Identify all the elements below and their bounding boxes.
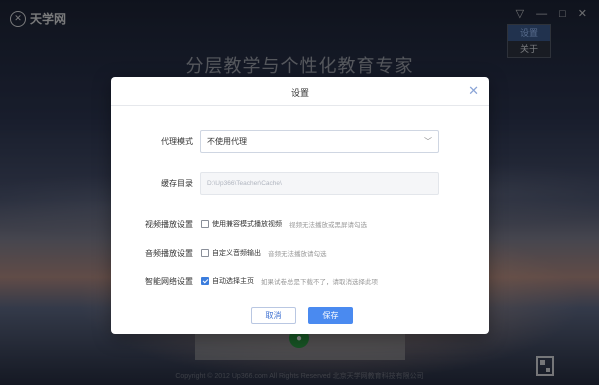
cache-row: 缓存目录 D:\Up366\Teacher\Cache\ xyxy=(111,172,489,195)
dialog-close-icon[interactable]: ✕ xyxy=(468,83,479,99)
dialog-header: 设置 ✕ xyxy=(111,77,489,106)
chevron-down-icon: ﹀ xyxy=(424,137,432,146)
network-auto-label[interactable]: 自动选择主页 xyxy=(212,276,254,286)
cache-dir-input[interactable]: D:\Up366\Teacher\Cache\ xyxy=(200,172,439,195)
audio-custom-label[interactable]: 自定义音频输出 xyxy=(212,248,261,258)
video-compat-label[interactable]: 使用兼容模式播放视频 xyxy=(212,219,282,229)
network-hint: 如果试卷总是下载不了，请取消选择此项 xyxy=(261,279,378,286)
audio-hint: 音频无法播放请勾选 xyxy=(268,251,327,258)
video-label: 视频播放设置 xyxy=(145,219,193,229)
proxy-mode-select[interactable]: 不使用代理 ﹀ xyxy=(200,130,439,153)
audio-custom-option: 自定义音频输出 音频无法播放请勾选 xyxy=(201,248,327,258)
video-compat-checkbox[interactable] xyxy=(201,220,209,228)
proxy-row: 代理模式 不使用代理 ﹀ xyxy=(111,130,489,153)
settings-dialog: 设置 ✕ 代理模式 不使用代理 ﹀ 缓存目录 D:\Up366\Teacher\… xyxy=(111,77,489,334)
proxy-mode-value: 不使用代理 xyxy=(207,137,247,146)
audio-custom-checkbox[interactable] xyxy=(201,249,209,257)
audio-label: 音频播放设置 xyxy=(145,248,193,258)
network-auto-checkbox[interactable] xyxy=(201,277,209,285)
network-label: 智能网络设置 xyxy=(145,276,193,286)
video-hint: 视频无法播放或黑屏请勾选 xyxy=(289,222,367,229)
proxy-label: 代理模式 xyxy=(161,137,193,146)
save-button[interactable]: 保存 xyxy=(308,307,353,324)
network-auto-option: 自动选择主页 如果试卷总是下载不了，请取消选择此项 xyxy=(201,276,378,286)
video-row: 视频播放设置 使用兼容模式播放视频 视频无法播放或黑屏请勾选 xyxy=(111,218,489,230)
audio-row: 音频播放设置 自定义音频输出 音频无法播放请勾选 xyxy=(111,247,489,259)
cache-label: 缓存目录 xyxy=(161,179,193,188)
video-compat-option: 使用兼容模式播放视频 视频无法播放或黑屏请勾选 xyxy=(201,219,367,229)
dialog-title: 设置 xyxy=(290,88,309,98)
network-row: 智能网络设置 自动选择主页 如果试卷总是下载不了，请取消选择此项 xyxy=(111,275,489,287)
cancel-button[interactable]: 取消 xyxy=(251,307,296,324)
